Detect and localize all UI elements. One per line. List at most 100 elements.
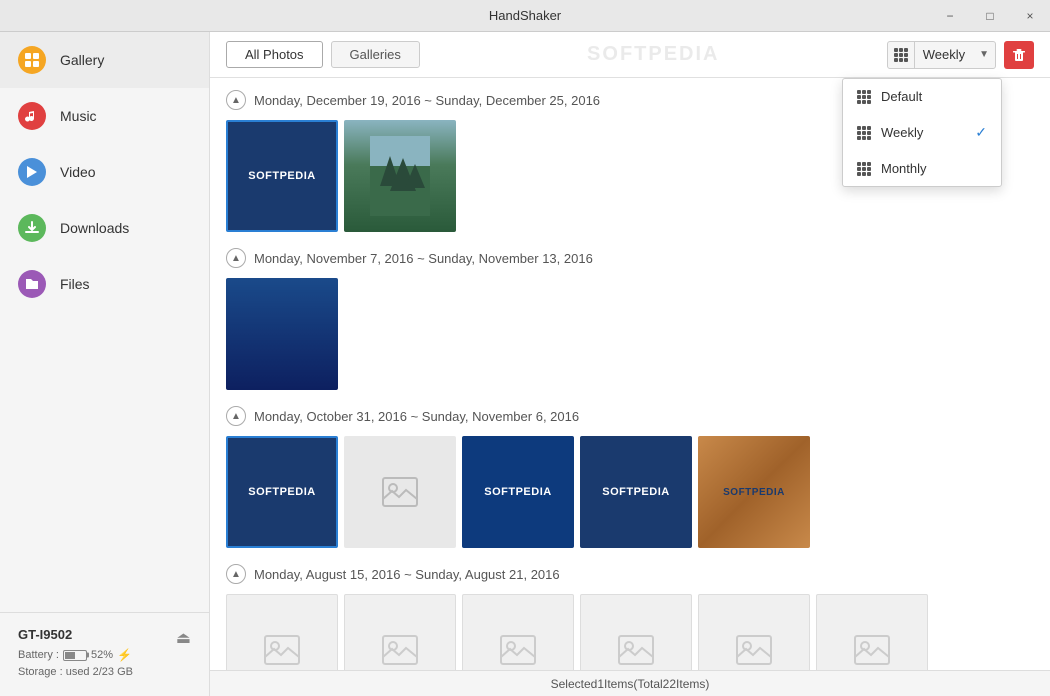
placeholder-image [382,477,418,507]
photo-thumb[interactable] [226,278,338,390]
dot [894,48,898,52]
week-range-3: Monday, October 31, 2016 ~ Sunday, Novem… [254,409,579,424]
photo-thumb[interactable]: SOFTPEDIA [226,120,338,232]
battery-fill [65,652,75,659]
placeholder-image [854,635,890,665]
softpedia-logo-text: SOFTPEDIA [602,486,669,498]
week-group-4: ▲ Monday, August 15, 2016 ~ Sunday, Augu… [226,564,1034,670]
softpedia-logo-text: SOFTPEDIA [248,170,315,182]
files-icon [18,270,46,298]
week-header-4: ▲ Monday, August 15, 2016 ~ Sunday, Augu… [226,564,1034,584]
dot [894,58,898,62]
sidebar-item-music[interactable]: Music [0,88,209,144]
monthly-grid-icon [857,162,871,176]
photo-thumb[interactable]: SOFTPEDIA [698,436,810,548]
sidebar-downloads-label: Downloads [60,220,129,236]
app-title: HandShaker [489,8,561,23]
softpedia-logo-text: SOFTPEDIA [723,487,785,498]
week-collapse-3[interactable]: ▲ [226,406,246,426]
view-dropdown-menu: Default Weekly ✓ [842,78,1002,187]
photo-grid-3: SOFTPEDIA SOFTPEDIA [226,436,1034,548]
weekly-check-icon: ✓ [975,124,987,141]
storage-info: Storage : used 2/23 GB [18,666,191,678]
placeholder-image [500,635,536,665]
close-button[interactable]: × [1010,0,1050,32]
dot [904,48,908,52]
photo-thumb[interactable] [462,594,574,670]
sidebar-spacer [0,312,209,612]
chevron-down-icon: ▼ [973,49,995,60]
device-name: GT-I9502 [18,627,72,642]
week-range-2: Monday, November 7, 2016 ~ Sunday, Novem… [254,251,593,266]
photo-thumb[interactable]: SOFTPEDIA [580,436,692,548]
minimize-button[interactable]: − [930,0,970,32]
status-bar: Selected1Items(Total22Items) [210,670,1050,696]
sidebar: Gallery Music Video [0,32,210,696]
galleries-tab[interactable]: Galleries [331,41,420,68]
view-dropdown[interactable]: Weekly ▼ [887,41,996,69]
week-collapse-1[interactable]: ▲ [226,90,246,110]
photo-thumb[interactable] [344,436,456,548]
image-placeholder-icon [264,635,300,665]
week-range-1: Monday, December 19, 2016 ~ Sunday, Dece… [254,93,600,108]
main-layout: Gallery Music Video [0,32,1050,696]
sidebar-item-video[interactable]: Video [0,144,209,200]
dot [904,58,908,62]
photo-thumb[interactable] [816,594,928,670]
dropdown-item-weekly[interactable]: Weekly ✓ [843,114,1001,151]
image-placeholder-icon [736,635,772,665]
photo-thumb[interactable]: SOFTPEDIA [462,436,574,548]
softpedia-watermark: SOFTPEDIA [428,43,879,66]
forest-thumbnail [370,136,430,216]
trash-icon [1012,48,1026,62]
photo-thumb[interactable] [344,594,456,670]
title-bar: HandShaker − □ × [0,0,1050,32]
placeholder-image [618,635,654,665]
video-icon [18,158,46,186]
dot [899,58,903,62]
dropdown-monthly-label: Monthly [881,161,927,176]
placeholder-image [382,635,418,665]
dot [899,48,903,52]
week-header-2: ▲ Monday, November 7, 2016 ~ Sunday, Nov… [226,248,1034,268]
placeholder-image [736,635,772,665]
photo-thumb[interactable] [344,120,456,232]
grid-view-icon [888,42,915,68]
image-placeholder-icon [618,635,654,665]
content-area: All Photos Galleries SOFTPEDIA [210,32,1050,696]
sidebar-item-downloads[interactable]: Downloads [0,200,209,256]
all-photos-tab[interactable]: All Photos [226,41,323,68]
image-placeholder-icon [500,635,536,665]
photo-thumb[interactable]: SOFTPEDIA [226,436,338,548]
default-grid-icon [857,90,871,104]
battery-bar [63,650,87,661]
gallery-icon [18,46,46,74]
eject-button[interactable]: ⏏ [176,628,191,648]
week-collapse-2[interactable]: ▲ [226,248,246,268]
placeholder-image [264,635,300,665]
sidebar-video-label: Video [60,164,96,180]
music-icon [18,102,46,130]
battery-tip [87,653,89,658]
week-collapse-4[interactable]: ▲ [226,564,246,584]
sidebar-music-label: Music [60,108,97,124]
delete-button[interactable] [1004,41,1034,69]
softpedia-logo-text: SOFTPEDIA [484,486,551,498]
maximize-button[interactable]: □ [970,0,1010,32]
dropdown-item-default[interactable]: Default [843,79,1001,114]
photo-thumb[interactable] [226,594,338,670]
dot [904,53,908,57]
softpedia-logo-text: SOFTPEDIA [248,486,315,498]
sidebar-item-gallery[interactable]: Gallery [0,32,209,88]
status-text: Selected1Items(Total22Items) [551,677,710,691]
week-group-2: ▲ Monday, November 7, 2016 ~ Sunday, Nov… [226,248,1034,390]
view-dropdown-label: Weekly [915,47,973,62]
window-controls: − □ × [930,0,1050,32]
sidebar-item-files[interactable]: Files [0,256,209,312]
photo-thumb[interactable] [580,594,692,670]
device-info-panel: GT-I9502 ⏏ Battery : 52% ⚡ Storage : use… [0,612,209,696]
sidebar-gallery-label: Gallery [60,52,104,68]
image-placeholder-icon [382,477,418,507]
dropdown-item-monthly[interactable]: Monthly [843,151,1001,186]
photo-thumb[interactable] [698,594,810,670]
